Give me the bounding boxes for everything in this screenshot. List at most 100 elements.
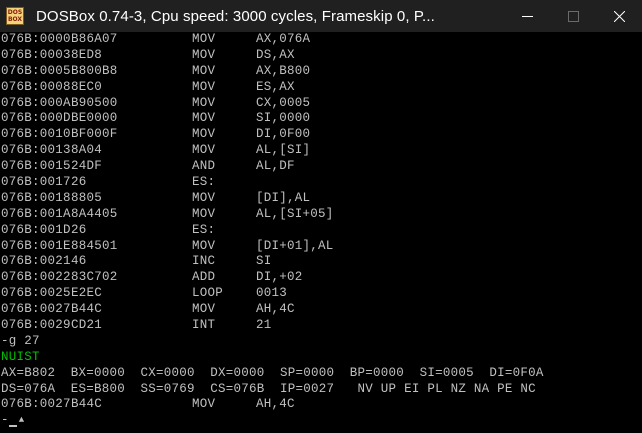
instr-operands: AH,4C xyxy=(256,302,295,317)
disasm-row: 076B:0029CD21 INT 21 xyxy=(0,318,642,334)
up-arrow-glyph: ▲ xyxy=(18,415,25,426)
instr-address: 076B:0005 xyxy=(1,63,71,78)
instr-operands: SI,0000 xyxy=(256,111,311,126)
instr-hex: B800B8 xyxy=(71,63,118,78)
instr-address: 076B:001A xyxy=(1,206,71,221)
disasm-row: 076B:0027B44C MOV AH,4C xyxy=(0,302,642,318)
window-controls xyxy=(504,0,642,32)
instr-mnemonic: INT xyxy=(192,318,216,333)
instr-operands: DS,AX xyxy=(256,47,295,62)
prompt: - xyxy=(1,413,9,428)
disasm-row: 076B:0010BF000F MOV DI,0F00 xyxy=(0,127,642,143)
instr-operands: [DI+01],AL xyxy=(256,238,334,253)
instr-operands: DI,0F00 xyxy=(256,127,311,142)
instr-hex: B44C xyxy=(71,397,103,412)
instr-mnemonic: INC xyxy=(192,254,216,269)
disasm-row: 076B:0000B86A07 MOV AX,076A xyxy=(0,32,642,48)
instr-address: 076B:001E xyxy=(1,238,71,253)
instr-address: 076B:0029 xyxy=(1,318,71,333)
instr-operands: ES,AX xyxy=(256,79,295,94)
dosbox-window: DOS BOX DOSBox 0.74-3, Cpu speed: 3000 c… xyxy=(0,0,642,433)
instr-hex: BF000F xyxy=(71,127,118,142)
prompt-line[interactable]: - ▲ xyxy=(0,413,642,429)
disasm-row: 076B:001726 ES: xyxy=(0,175,642,191)
registers-line-1: AX=B802 BX=0000 CX=0000 DX=0000 SP=0000 … xyxy=(1,365,544,380)
instr-operands: AH,4C xyxy=(256,397,295,412)
icon-text-bottom: BOX xyxy=(7,16,23,23)
disasm-row: 076B:0005B800B8 MOV AX,B800 xyxy=(0,64,642,80)
instr-address: 076B:0027 xyxy=(1,397,71,412)
instr-address: 076B:0018 xyxy=(1,190,71,205)
instr-mnemonic: MOV xyxy=(192,127,216,142)
instr-mnemonic: MOV xyxy=(192,63,216,78)
disasm-row: 076B:002283C702 ADD DI,+02 xyxy=(0,270,642,286)
instr-hex: 8EC0 xyxy=(71,79,103,94)
command-line: -g 27 xyxy=(1,333,40,348)
instr-mnemonic: MOV xyxy=(192,302,216,317)
instr-hex: B86A07 xyxy=(71,32,118,46)
disasm-row: 076B:000DBE0000 MOV SI,0000 xyxy=(0,111,642,127)
instr-address: 076B:000D xyxy=(1,111,71,126)
disasm-row: 076B:002146 INC SI xyxy=(0,254,642,270)
instr-mnemonic: MOV xyxy=(192,206,216,221)
instr-operands: DI,+02 xyxy=(256,270,303,285)
instr-hex: 8A4405 xyxy=(71,206,118,221)
instr-mnemonic: ADD xyxy=(192,270,216,285)
disasm-row: 076B:00188805 MOV [DI],AL xyxy=(0,191,642,207)
instr-mnemonic: AND xyxy=(192,159,216,174)
minimize-button[interactable] xyxy=(504,0,550,32)
disasm-row: 076B:001D26 ES: xyxy=(0,223,642,239)
instr-mnemonic: MOV xyxy=(192,238,216,253)
instr-hex: 8A04 xyxy=(71,143,103,158)
instr-hex: 8ED8 xyxy=(71,47,103,62)
instr-mnemonic: MOV xyxy=(192,190,216,205)
instr-mnemonic: MOV xyxy=(192,397,216,412)
icon-text-top: DOS xyxy=(7,9,23,16)
disasm-row: 076B:00138A04 MOV AL,[SI] xyxy=(0,143,642,159)
disasm-row: 076B:000AB90500 MOV CX,0005 xyxy=(0,96,642,112)
minimize-icon xyxy=(521,15,533,17)
instr-address: 076B:0027 xyxy=(1,302,71,317)
disassembly-listing: 076B:0000B86A07 MOV AX,076A 076B:00038ED8 MO… xyxy=(0,32,642,334)
instr-operands: AX,076A xyxy=(256,32,311,46)
instr-operands: AL,[SI+05] xyxy=(256,206,334,221)
instr-address: 076B:0015 xyxy=(1,159,71,174)
instr-address: 076B:000A xyxy=(1,95,71,110)
instr-hex: 83C702 xyxy=(71,270,118,285)
disasm-row: 076B:0025E2EC LOOP 0013 xyxy=(0,286,642,302)
instr-hex: E2EC xyxy=(71,286,103,301)
instr-address: 076B:0017 xyxy=(1,175,71,190)
instr-operands: SI xyxy=(256,254,272,269)
instr-operands: CX,0005 xyxy=(256,95,311,110)
instr-operands: AX,B800 xyxy=(256,63,311,78)
title-bar[interactable]: DOS BOX DOSBox 0.74-3, Cpu speed: 3000 c… xyxy=(0,0,642,32)
instr-mnemonic: MOV xyxy=(192,95,216,110)
instr-hex: 26 xyxy=(71,222,87,237)
close-button[interactable] xyxy=(596,0,642,32)
instr-address: 076B:0025 xyxy=(1,286,71,301)
instr-operands: [DI],AL xyxy=(256,190,311,205)
maximize-icon xyxy=(567,10,579,22)
instr-address: 076B:0022 xyxy=(1,270,71,285)
instr-operands: 0013 xyxy=(256,286,288,301)
disasm-row: 076B:001A8A4405 MOV AL,[SI+05] xyxy=(0,207,642,223)
instr-address: 076B:0003 xyxy=(1,47,71,62)
instr-operands: AL,[SI] xyxy=(256,143,311,158)
instr-address: 076B:0010 xyxy=(1,127,71,142)
instr-mnemonic: MOV xyxy=(192,143,216,158)
current-instruction: 076B:0027B44C MOV AH,4C xyxy=(0,397,642,413)
instr-hex: BE0000 xyxy=(71,111,118,126)
dos-console[interactable]: 076B:0000B86A07 MOV AX,076A 076B:00038ED8 MO… xyxy=(0,32,642,433)
instr-mnemonic: MOV xyxy=(192,79,216,94)
instr-mnemonic: MOV xyxy=(192,32,216,46)
instr-mnemonic: ES: xyxy=(192,222,216,237)
dosbox-app-icon[interactable]: DOS BOX xyxy=(6,7,24,25)
instr-hex: B44C xyxy=(71,302,103,317)
close-icon xyxy=(613,10,625,22)
disasm-row: 076B:00088EC0 MOV ES,AX xyxy=(0,80,642,96)
instr-hex: 46 xyxy=(71,254,87,269)
registers-line-2: DS=076A ES=B800 SS=0769 CS=076B IP=0027 … xyxy=(1,381,536,396)
instr-operands: AL,DF xyxy=(256,159,295,174)
instr-operands: 21 xyxy=(256,318,272,333)
window-title: DOSBox 0.74-3, Cpu speed: 3000 cycles, F… xyxy=(36,7,435,25)
